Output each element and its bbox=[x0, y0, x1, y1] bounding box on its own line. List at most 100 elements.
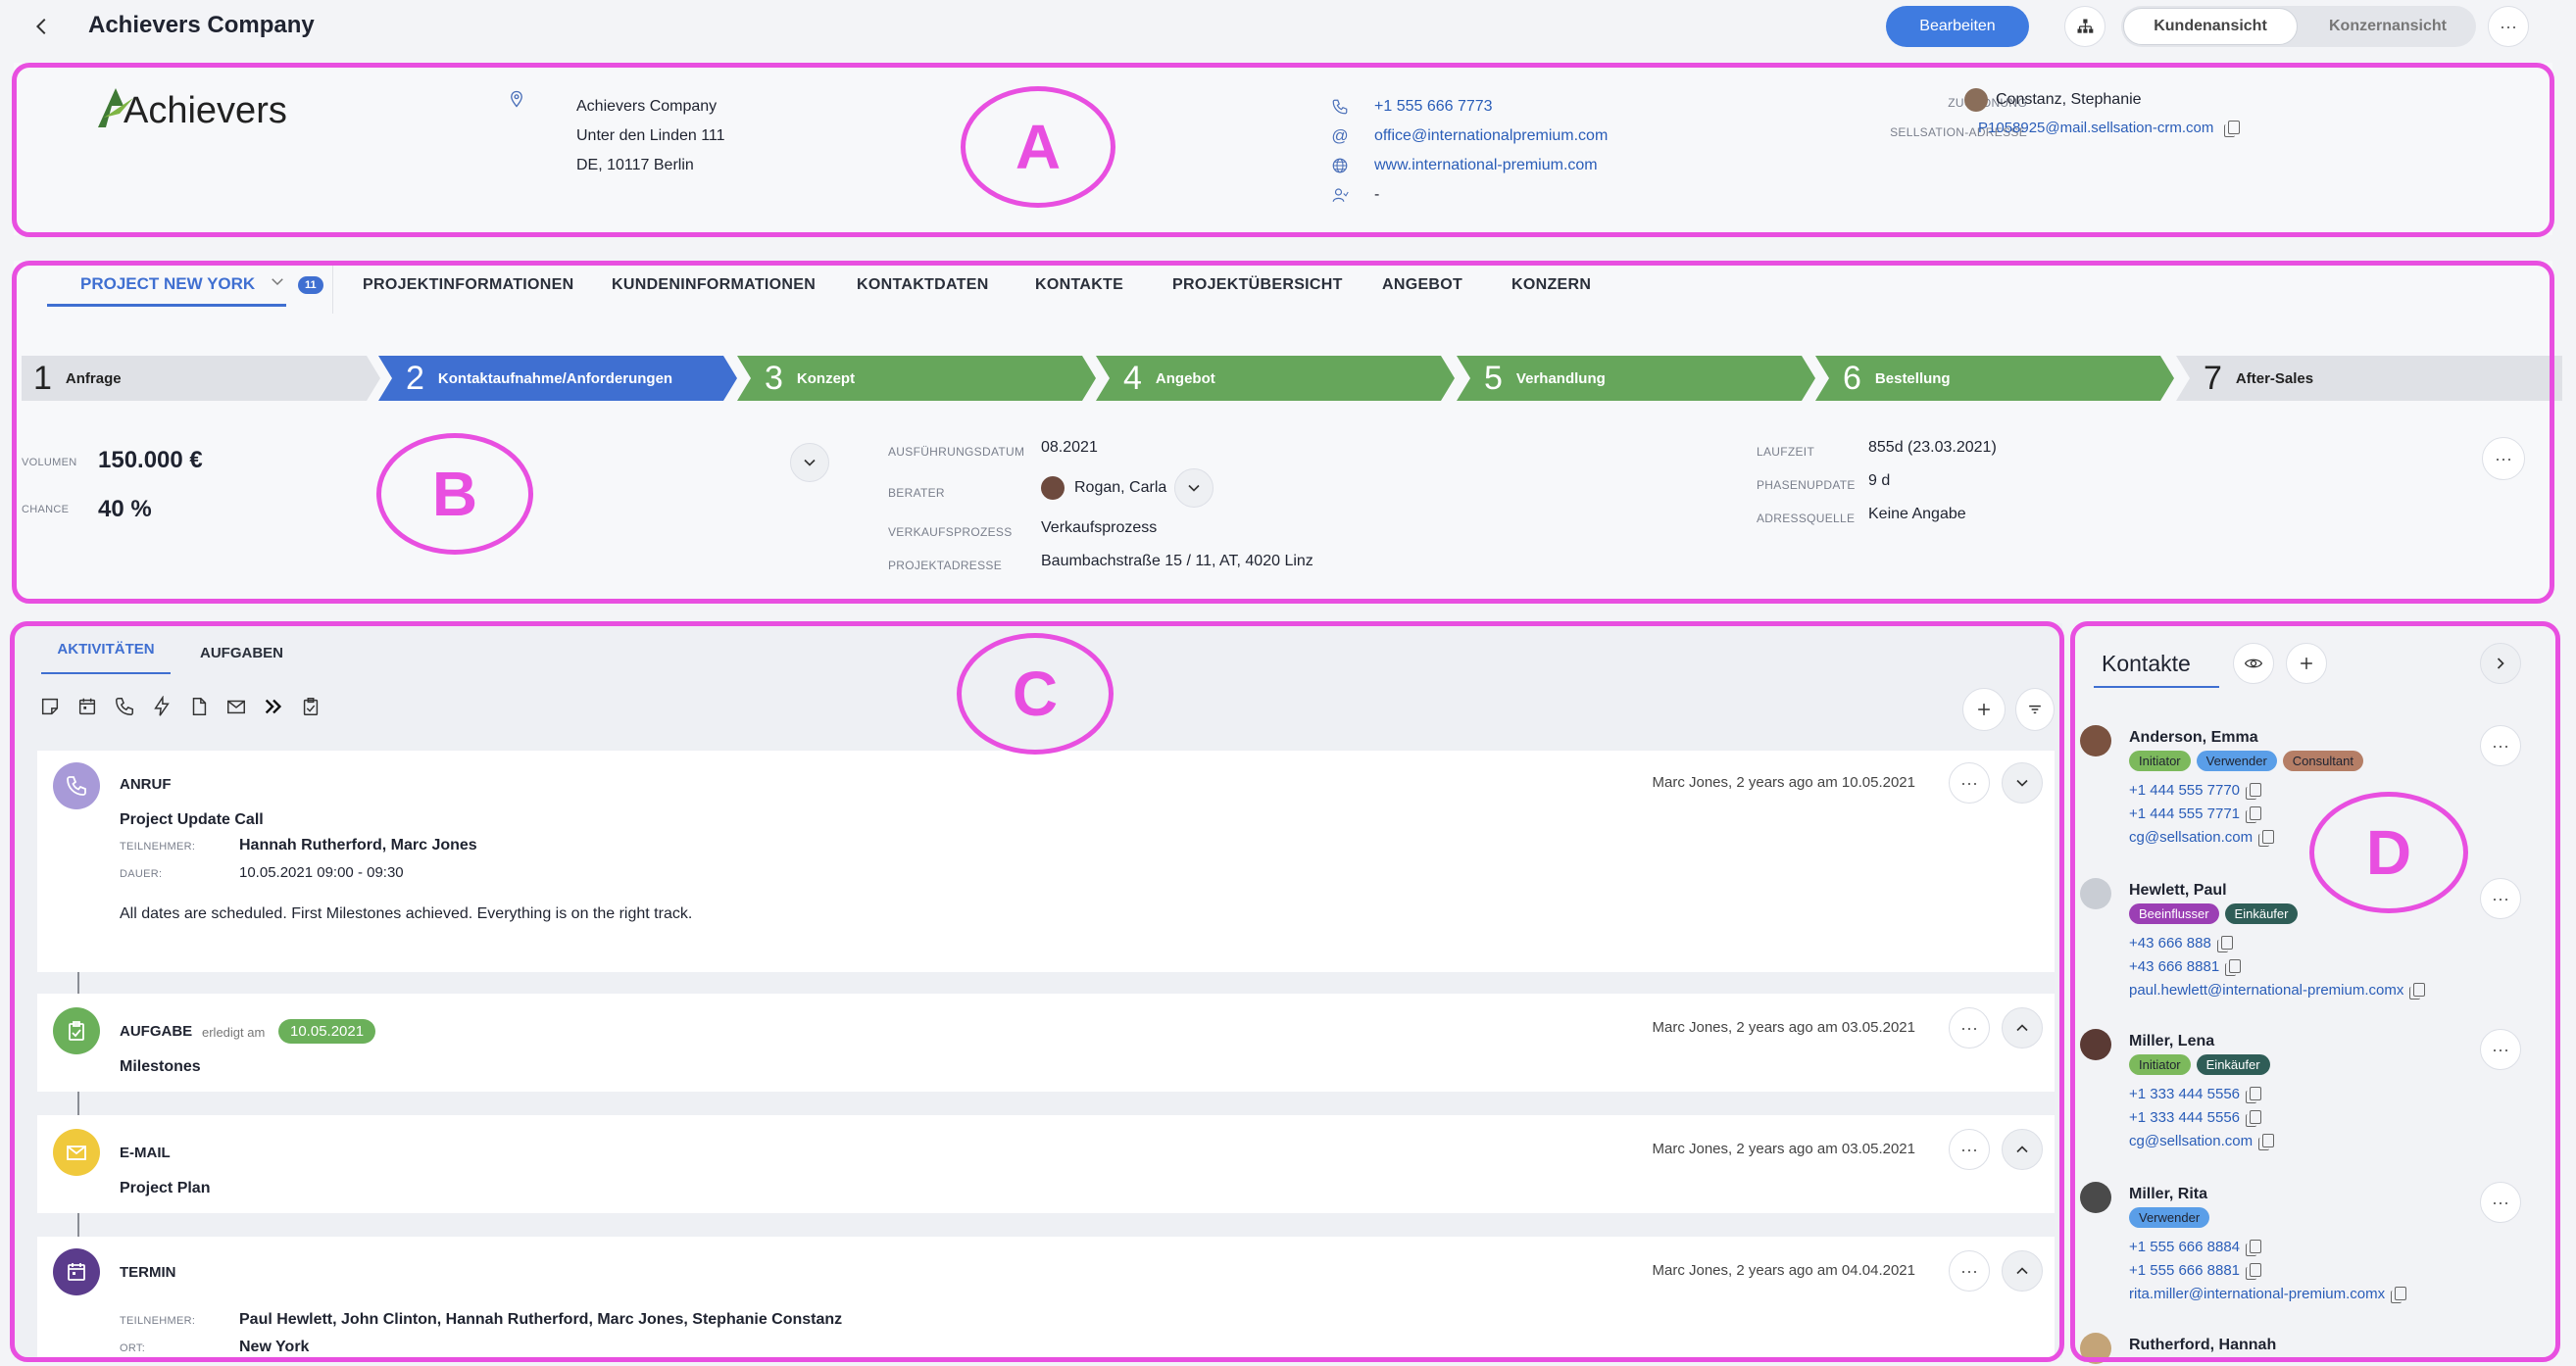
contact-phone2-link[interactable]: +1 333 444 5556 bbox=[2129, 1109, 2240, 1126]
advisor-dropdown-button[interactable] bbox=[1174, 468, 1214, 508]
back-icon[interactable] bbox=[29, 14, 55, 39]
contact-phone1-link[interactable]: +1 333 444 5556 bbox=[2129, 1086, 2240, 1102]
copy-icon[interactable] bbox=[2246, 783, 2262, 800]
phase-step-number: 2 bbox=[406, 359, 424, 397]
contact-email-link[interactable]: cg@sellsation.com bbox=[2129, 1133, 2253, 1149]
contact-phone1-link[interactable]: +1 444 555 7770 bbox=[2129, 782, 2240, 799]
contact-name[interactable]: Miller, Lena bbox=[2129, 1033, 2214, 1050]
note-icon[interactable] bbox=[39, 696, 61, 717]
address-source-label: ADRESSQUELLE bbox=[1757, 512, 1856, 525]
activity-more-button[interactable]: ··· bbox=[1949, 1007, 1990, 1049]
company-address: Achievers Company Unter den Linden 111 D… bbox=[576, 98, 725, 173]
phase-step-2[interactable]: 2 Kontaktaufnahme/Anforderungen bbox=[378, 356, 737, 401]
contact-more-button[interactable]: ··· bbox=[2480, 725, 2521, 766]
copy-icon[interactable] bbox=[2246, 806, 2262, 823]
avatar bbox=[2080, 725, 2111, 756]
contact-name[interactable]: Rutherford, Hannah bbox=[2129, 1337, 2276, 1354]
more-options-button[interactable]: ··· bbox=[2488, 6, 2529, 47]
phase-step-label: Angebot bbox=[1155, 369, 1215, 387]
phone-icon bbox=[67, 776, 86, 796]
copy-icon[interactable] bbox=[2216, 936, 2233, 952]
contact-phone1-link[interactable]: +1 555 666 8884 bbox=[2129, 1239, 2240, 1255]
copy-icon[interactable] bbox=[2391, 1287, 2407, 1303]
email-icon bbox=[67, 1146, 86, 1160]
tab-tasks[interactable]: AUFGABEN bbox=[200, 645, 283, 661]
contact-more-button[interactable]: ··· bbox=[2480, 1182, 2521, 1223]
copy-icon[interactable] bbox=[2409, 983, 2426, 1000]
copy-icon[interactable] bbox=[2223, 121, 2240, 137]
tab-kundeninformationen[interactable]: KUNDENINFORMATIONEN bbox=[612, 276, 816, 294]
phase-step-4[interactable]: 4 Angebot bbox=[1096, 356, 1455, 401]
phase-step-6[interactable]: 6 Bestellung bbox=[1815, 356, 2174, 401]
expand-details-button[interactable] bbox=[790, 443, 829, 482]
activity-type-toolbar bbox=[39, 696, 322, 717]
contact-phone2-link[interactable]: +1 555 666 8881 bbox=[2129, 1262, 2240, 1279]
role-badge: Beeinflusser bbox=[2129, 903, 2219, 924]
activity-collapse-button[interactable] bbox=[2002, 762, 2043, 804]
org-chart-button[interactable] bbox=[2064, 6, 2105, 47]
tab-projektinformationen[interactable]: PROJEKTINFORMATIONEN bbox=[363, 276, 573, 294]
company-email-link[interactable]: office@internationalpremium.com bbox=[1374, 122, 1608, 151]
activity-more-button[interactable]: ··· bbox=[1949, 762, 1990, 804]
lightning-icon[interactable] bbox=[151, 696, 173, 717]
tab-projektübersicht[interactable]: PROJEKTÜBERSICHT bbox=[1172, 276, 1343, 294]
copy-icon[interactable] bbox=[2225, 959, 2242, 976]
contact-email-link[interactable]: paul.hewlett@international-premium.comx bbox=[2129, 982, 2403, 999]
tab-activities[interactable]: AKTIVITÄTEN bbox=[41, 635, 171, 674]
task-icon bbox=[69, 1021, 84, 1041]
document-icon[interactable] bbox=[188, 696, 210, 717]
activity-more-button[interactable]: ··· bbox=[1949, 1129, 1990, 1170]
activity-card-appointment[interactable] bbox=[37, 1237, 2055, 1358]
tab-kontaktdaten[interactable]: KONTAKTDATEN bbox=[857, 276, 989, 294]
activity-card-email[interactable] bbox=[37, 1115, 2055, 1213]
project-selector[interactable]: PROJECT NEW YORK 11 bbox=[47, 263, 333, 314]
activity-expand-button[interactable] bbox=[2002, 1129, 2043, 1170]
collapse-panel-button[interactable] bbox=[2480, 643, 2521, 684]
copy-icon[interactable] bbox=[2246, 1110, 2262, 1127]
tab-kontakte[interactable]: KONTAKTE bbox=[1035, 276, 1123, 294]
tab-konzern[interactable]: KONZERN bbox=[1511, 276, 1591, 294]
contact-phone2-link[interactable]: +43 666 8881 bbox=[2129, 958, 2219, 975]
group-view-button[interactable]: Konzernansicht bbox=[2302, 8, 2474, 45]
activity-expand-button[interactable] bbox=[2002, 1250, 2043, 1292]
duration-value: 10.05.2021 09:00 - 09:30 bbox=[239, 864, 404, 881]
project-more-button[interactable]: ··· bbox=[2482, 437, 2525, 480]
customer-view-button[interactable]: Kundenansicht bbox=[2123, 8, 2298, 45]
double-chevron-right-icon[interactable] bbox=[263, 696, 284, 717]
company-website-link[interactable]: www.international-premium.com bbox=[1374, 151, 1598, 180]
contact-phone2-link[interactable]: +1 444 555 7771 bbox=[2129, 805, 2240, 822]
task-icon[interactable] bbox=[300, 696, 322, 717]
phase-step-1[interactable]: 1 Anfrage bbox=[22, 356, 380, 401]
copy-icon[interactable] bbox=[2246, 1263, 2262, 1280]
contact-info: +1 555 666 7773 @ office@internationalpr… bbox=[1331, 92, 1608, 210]
tab-angebot[interactable]: ANGEBOT bbox=[1382, 276, 1462, 294]
email-icon[interactable] bbox=[225, 696, 247, 717]
phase-step-5[interactable]: 5 Verhandlung bbox=[1457, 356, 1815, 401]
filter-button[interactable] bbox=[2015, 688, 2055, 731]
activity-title: Milestones bbox=[120, 1058, 201, 1075]
calendar-icon[interactable] bbox=[76, 696, 98, 717]
add-activity-button[interactable] bbox=[1962, 688, 2006, 731]
contact-phone1-link[interactable]: +43 666 888 bbox=[2129, 935, 2211, 951]
phone-icon[interactable] bbox=[114, 696, 135, 717]
contact-name[interactable]: Miller, Rita bbox=[2129, 1186, 2207, 1203]
contact-more-button[interactable]: ··· bbox=[2480, 878, 2521, 919]
phase-step-7[interactable]: 7 After-Sales bbox=[2176, 356, 2562, 401]
copy-icon[interactable] bbox=[2246, 1240, 2262, 1256]
copy-icon[interactable] bbox=[2258, 1134, 2275, 1150]
contact-more-button[interactable]: ··· bbox=[2480, 1029, 2521, 1070]
phase-step-3[interactable]: 3 Konzept bbox=[737, 356, 1096, 401]
activity-expand-button[interactable] bbox=[2002, 1007, 2043, 1049]
contact-email-link[interactable]: rita.miller@international-premium.comx bbox=[2129, 1286, 2385, 1302]
add-contact-button[interactable] bbox=[2286, 643, 2327, 684]
edit-button[interactable]: Bearbeiten bbox=[1886, 6, 2029, 47]
activity-more-button[interactable]: ··· bbox=[1949, 1250, 1990, 1292]
contact-email-link[interactable]: cg@sellsation.com bbox=[2129, 829, 2253, 846]
copy-icon[interactable] bbox=[2246, 1087, 2262, 1103]
toggle-visibility-button[interactable] bbox=[2233, 643, 2274, 684]
contact-name[interactable]: Anderson, Emma bbox=[2129, 729, 2258, 747]
phase-update-value: 9 d bbox=[1868, 472, 1891, 489]
company-phone-link[interactable]: +1 555 666 7773 bbox=[1374, 92, 1493, 122]
contact-name[interactable]: Hewlett, Paul bbox=[2129, 882, 2227, 900]
copy-icon[interactable] bbox=[2258, 830, 2275, 847]
